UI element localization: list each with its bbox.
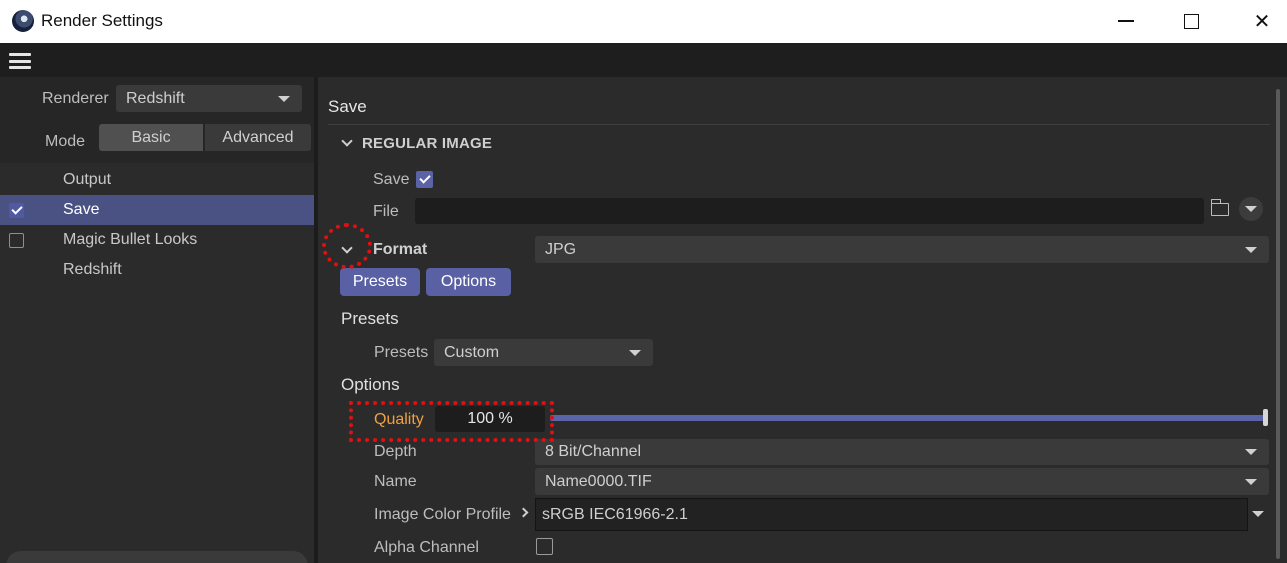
file-input[interactable] bbox=[415, 198, 1204, 224]
chevron-down-icon[interactable] bbox=[1252, 511, 1264, 517]
effects-button[interactable] bbox=[6, 551, 308, 563]
minimize-icon bbox=[1118, 20, 1134, 22]
tab-options[interactable]: Options bbox=[426, 268, 511, 296]
list-item-redshift[interactable]: Redshift bbox=[0, 255, 314, 285]
menu-bar bbox=[0, 43, 1287, 77]
mode-label: Mode bbox=[45, 133, 86, 150]
image-color-profile-label: Image Color Profile bbox=[374, 506, 511, 523]
file-options-dropdown-icon[interactable] bbox=[1239, 197, 1263, 221]
chevron-right-icon[interactable] bbox=[518, 507, 529, 518]
mode-advanced-button[interactable]: Advanced bbox=[205, 124, 311, 151]
quality-slider[interactable] bbox=[550, 415, 1266, 421]
format-dropdown[interactable]: JPG bbox=[535, 236, 1269, 263]
list-item-label: Redshift bbox=[63, 261, 122, 278]
maximize-icon bbox=[1183, 13, 1199, 29]
list-item-label: Output bbox=[63, 171, 112, 188]
settings-list: Output Save Magic Bullet Looks Redshift bbox=[0, 163, 314, 563]
page-title: Save bbox=[328, 97, 367, 116]
image-color-profile-field[interactable]: sRGB IEC61966-2.1 bbox=[535, 498, 1248, 531]
options-heading: Options bbox=[341, 375, 400, 394]
chevron-down-icon bbox=[1245, 246, 1257, 253]
window-title: Render Settings bbox=[41, 11, 163, 30]
file-label: File bbox=[373, 203, 399, 220]
save-settings-panel: Save REGULAR IMAGE Save File Format JPG … bbox=[318, 77, 1287, 563]
save-checkbox[interactable] bbox=[416, 171, 433, 188]
mode-basic-button[interactable]: Basic bbox=[99, 124, 203, 151]
renderer-label: Renderer bbox=[42, 90, 109, 107]
alpha-channel-checkbox[interactable] bbox=[536, 538, 553, 555]
format-value: JPG bbox=[545, 240, 577, 258]
close-icon: ✕ bbox=[1253, 10, 1271, 33]
depth-value: 8 Bit/Channel bbox=[545, 443, 642, 460]
title-divider bbox=[328, 124, 1270, 125]
name-label: Name bbox=[374, 473, 417, 490]
quality-slider-handle[interactable] bbox=[1263, 409, 1268, 426]
list-item-save[interactable]: Save bbox=[0, 195, 314, 225]
list-item-magic-bullet-looks[interactable]: Magic Bullet Looks bbox=[0, 225, 314, 255]
chevron-down-icon bbox=[629, 349, 641, 356]
depth-label: Depth bbox=[374, 443, 417, 460]
alpha-channel-label: Alpha Channel bbox=[374, 539, 479, 556]
name-value: Name0000.TIF bbox=[545, 472, 652, 490]
section-regular-image[interactable]: REGULAR IMAGE bbox=[362, 135, 492, 152]
list-item-output[interactable]: Output bbox=[0, 165, 314, 195]
scrollbar[interactable] bbox=[1276, 89, 1280, 559]
left-panel: Renderer Redshift Mode Basic Advanced Ou… bbox=[0, 77, 314, 563]
minimize-button[interactable] bbox=[1108, 6, 1144, 36]
chevron-down-icon bbox=[1245, 449, 1257, 455]
close-button[interactable]: ✕ bbox=[1244, 6, 1280, 36]
magic-bullet-checkbox[interactable] bbox=[9, 233, 24, 248]
presets-dropdown[interactable]: Custom bbox=[434, 339, 653, 366]
renderer-dropdown[interactable]: Redshift bbox=[116, 85, 302, 112]
list-item-label: Magic Bullet Looks bbox=[63, 231, 198, 248]
depth-dropdown[interactable]: 8 Bit/Channel bbox=[535, 439, 1269, 465]
list-item-label: Save bbox=[63, 201, 100, 218]
maximize-button[interactable] bbox=[1173, 6, 1209, 36]
annotation-rect-quality bbox=[349, 401, 554, 442]
presets-heading: Presets bbox=[341, 309, 399, 328]
renderer-value: Redshift bbox=[126, 89, 185, 107]
presets-value: Custom bbox=[444, 343, 500, 361]
format-label: Format bbox=[373, 241, 428, 258]
save-enabled-checkbox[interactable] bbox=[9, 203, 24, 218]
chevron-down-icon bbox=[1245, 478, 1257, 485]
chevron-down-icon[interactable] bbox=[341, 135, 353, 147]
cinema4d-icon bbox=[12, 10, 34, 32]
tab-presets[interactable]: Presets bbox=[340, 268, 420, 296]
hamburger-menu-icon[interactable] bbox=[9, 53, 31, 69]
name-dropdown[interactable]: Name0000.TIF bbox=[535, 468, 1269, 495]
presets-label: Presets bbox=[374, 344, 429, 361]
save-label: Save bbox=[373, 171, 410, 188]
annotation-circle-format-chevron bbox=[322, 223, 372, 269]
title-bar: Render Settings ✕ bbox=[0, 0, 1287, 43]
chevron-down-icon bbox=[278, 95, 290, 102]
folder-icon[interactable] bbox=[1210, 199, 1229, 216]
